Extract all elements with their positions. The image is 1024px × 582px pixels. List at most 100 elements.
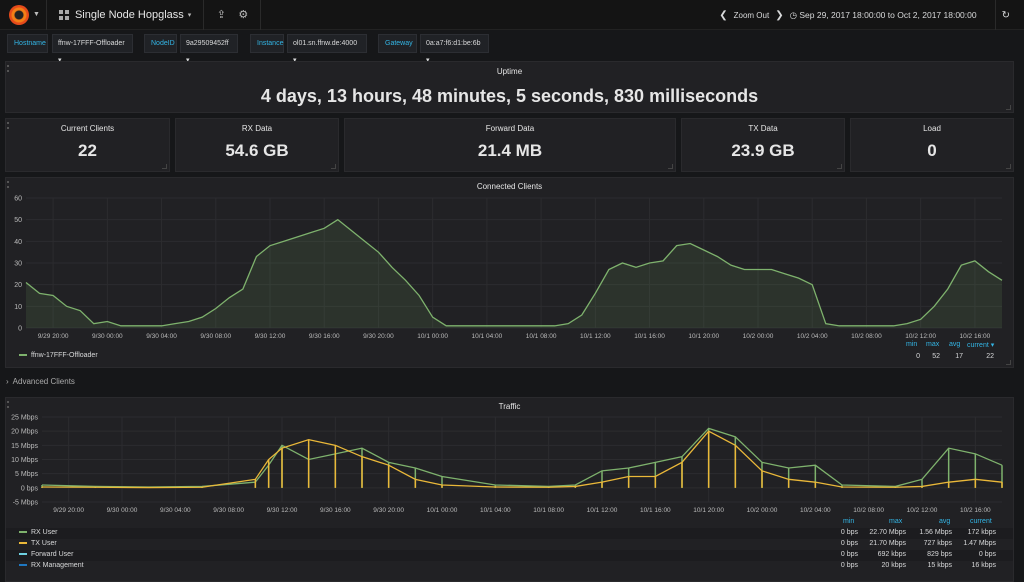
- x-tick-label: 10/1 04:00: [472, 333, 503, 340]
- panel-title[interactable]: Forward Data: [345, 124, 675, 133]
- legend-series[interactable]: ffnw-17FFF-Offloader: [19, 352, 98, 359]
- time-controls: ❮ Zoom Out ❯ ◷ Sep 29, 2017 18:00:00 to …: [719, 0, 1024, 30]
- variable-value: ol01.sn.ffnw.de:4000: [293, 40, 358, 47]
- gear-icon[interactable]: ⚙: [232, 8, 254, 21]
- grafana-logo-icon[interactable]: [9, 4, 29, 25]
- dashboard-picker[interactable]: Single Node Hopglass ▾: [53, 9, 197, 21]
- stat-panel-load: Load 0: [850, 118, 1014, 172]
- series-area: [26, 219, 1002, 328]
- variable-select-gateway[interactable]: 0a:a7:f6:d1:be:6b ▾: [420, 34, 489, 64]
- row-advanced-clients[interactable]: › Advanced Clients: [0, 372, 1024, 392]
- x-tick-label: 10/2 16:00: [960, 333, 991, 340]
- template-variables-bar: Hostname ffnw-17FFF-Offloader ▾ NodeID 9…: [0, 34, 1024, 64]
- resize-handle[interactable]: [837, 164, 842, 169]
- y-tick-label: 10: [14, 304, 22, 311]
- legend-header-avg[interactable]: avg: [949, 341, 960, 348]
- legend-max: 21.70 Mbps: [869, 540, 906, 547]
- legend-current: 1.47 Mbps: [963, 540, 996, 547]
- stat-panel-rx-data: RX Data 54.6 GB: [175, 118, 339, 172]
- x-tick-label: 10/2 12:00: [905, 333, 936, 340]
- legend-swatch: [19, 553, 27, 556]
- resize-handle[interactable]: [1006, 164, 1011, 169]
- resize-handle[interactable]: [1006, 360, 1011, 365]
- x-tick-label: 10/2 04:00: [797, 333, 828, 340]
- y-tick-label: 10 Mbps: [11, 457, 38, 464]
- resize-handle[interactable]: [331, 164, 336, 169]
- drag-handle[interactable]: [7, 181, 9, 188]
- resize-handle[interactable]: [668, 164, 673, 169]
- x-tick-label: 10/2 00:00: [743, 333, 774, 340]
- stat-panel-current-clients: Current Clients 22: [5, 118, 170, 172]
- panel-title[interactable]: Current Clients: [6, 124, 169, 133]
- legend-swatch: [19, 542, 27, 545]
- time-range-picker[interactable]: ◷ Sep 29, 2017 18:00:00 to Oct 2, 2017 1…: [790, 10, 977, 21]
- clock-icon: ◷: [789, 9, 800, 20]
- x-tick-label: 10/2 16:00: [960, 507, 991, 514]
- legend-swatch: [19, 564, 27, 567]
- drag-handle[interactable]: [7, 401, 9, 408]
- legend-current: 22: [986, 353, 994, 360]
- legend-max: 692 kbps: [877, 551, 906, 558]
- y-tick-label: -5 Mbps: [13, 500, 39, 507]
- resize-handle[interactable]: [1006, 105, 1011, 110]
- legend-avg: 17: [955, 353, 963, 360]
- x-tick-label: 9/30 20:00: [363, 333, 394, 340]
- x-tick-label: 10/2 04:00: [800, 507, 831, 514]
- legend-header-current[interactable]: current ▾: [967, 341, 994, 349]
- legend-min: 0 bps: [840, 529, 858, 536]
- legend-series: TX User: [19, 540, 139, 547]
- legend-series-name: ffnw-17FFF-Offloader: [31, 352, 98, 359]
- x-tick-label: 10/2 08:00: [851, 333, 882, 340]
- x-tick-label: 9/30 04:00: [146, 333, 177, 340]
- x-tick-label: 9/30 20:00: [373, 507, 404, 514]
- variable-select-hostname[interactable]: ffnw-17FFF-Offloader ▾: [52, 34, 133, 64]
- resize-handle[interactable]: [162, 164, 167, 169]
- y-tick-label: 40: [14, 239, 22, 246]
- legend-swatch: [19, 354, 27, 357]
- legend-header-current[interactable]: current: [970, 518, 992, 525]
- chevron-left-icon[interactable]: ❮: [719, 10, 727, 21]
- legend-series: RX User: [19, 529, 139, 536]
- legend-header-max[interactable]: max: [926, 341, 939, 348]
- x-tick-label: 10/1 12:00: [587, 507, 618, 514]
- legend-row[interactable]: RX Management 0 bps 20 kbps 15 kbps 16 kbps: [6, 561, 1013, 572]
- variable-select-instance[interactable]: ol01.sn.ffnw.de:4000 ▾: [287, 34, 367, 64]
- legend-min: 0 bps: [840, 551, 858, 558]
- panel-title[interactable]: Connected Clients: [6, 182, 1013, 191]
- variable-label-nodeid: NodeID: [144, 34, 177, 53]
- legend-row[interactable]: TX User 0 bps 21.70 Mbps 727 kbps 1.47 Mbps: [6, 539, 1013, 550]
- variable-select-nodeid[interactable]: 9a29509452ff ▾: [180, 34, 238, 64]
- share-icon[interactable]: ⇪: [210, 8, 232, 21]
- legend-row[interactable]: RX User 0 bps 22.70 Mbps 1.56 Mbps 172 kbps: [6, 528, 1013, 539]
- caret-down-icon[interactable]: ▼: [33, 11, 40, 18]
- time-range-label: Sep 29, 2017 18:00:00 to Oct 2, 2017 18:…: [799, 9, 977, 20]
- y-tick-label: 30: [14, 261, 22, 268]
- panel-title[interactable]: Traffic: [6, 402, 1013, 411]
- chevron-right-icon[interactable]: ❯: [775, 10, 783, 21]
- x-tick-label: 9/30 16:00: [320, 507, 351, 514]
- refresh-icon[interactable]: ↻: [1002, 10, 1010, 21]
- x-tick-label: 10/1 04:00: [480, 507, 511, 514]
- traffic-graph[interactable]: -5 Mbps 0 bps 5 Mbps 10 Mbps 15 Mbps 20 Mbps 2…: [6, 412, 1011, 522]
- panel-title[interactable]: TX Data: [682, 124, 844, 133]
- legend-row[interactable]: Forward User 0 bps 692 kbps 829 bps 0 bps: [6, 550, 1013, 561]
- legend-max: 52: [932, 353, 940, 360]
- y-tick-label: 25 Mbps: [11, 415, 38, 422]
- panel-title[interactable]: Uptime: [6, 67, 1013, 76]
- clients-graph[interactable]: 0 10 20 30 40 50 60 9/29 20:00 9/30 00:00 9/30 04…: [6, 192, 1011, 357]
- legend-header-min[interactable]: min: [906, 341, 917, 348]
- drag-handle[interactable]: [7, 122, 9, 129]
- legend-header-max[interactable]: max: [889, 518, 902, 525]
- divider: [994, 0, 996, 30]
- legend-header-avg[interactable]: avg: [939, 518, 950, 525]
- legend-header-min[interactable]: min: [843, 518, 854, 525]
- zoom-out-button[interactable]: Zoom Out: [734, 11, 770, 20]
- legend-min: 0 bps: [840, 562, 858, 569]
- variable-label-gateway: Gateway: [378, 34, 417, 53]
- panel-title[interactable]: RX Data: [176, 124, 338, 133]
- panel-title[interactable]: Load: [851, 124, 1013, 133]
- drag-handle[interactable]: [7, 65, 9, 72]
- legend-avg: 1.56 Mbps: [919, 529, 952, 536]
- x-tick-label: 9/29 20:00: [53, 507, 84, 514]
- y-tick-label: 5 Mbps: [15, 471, 38, 478]
